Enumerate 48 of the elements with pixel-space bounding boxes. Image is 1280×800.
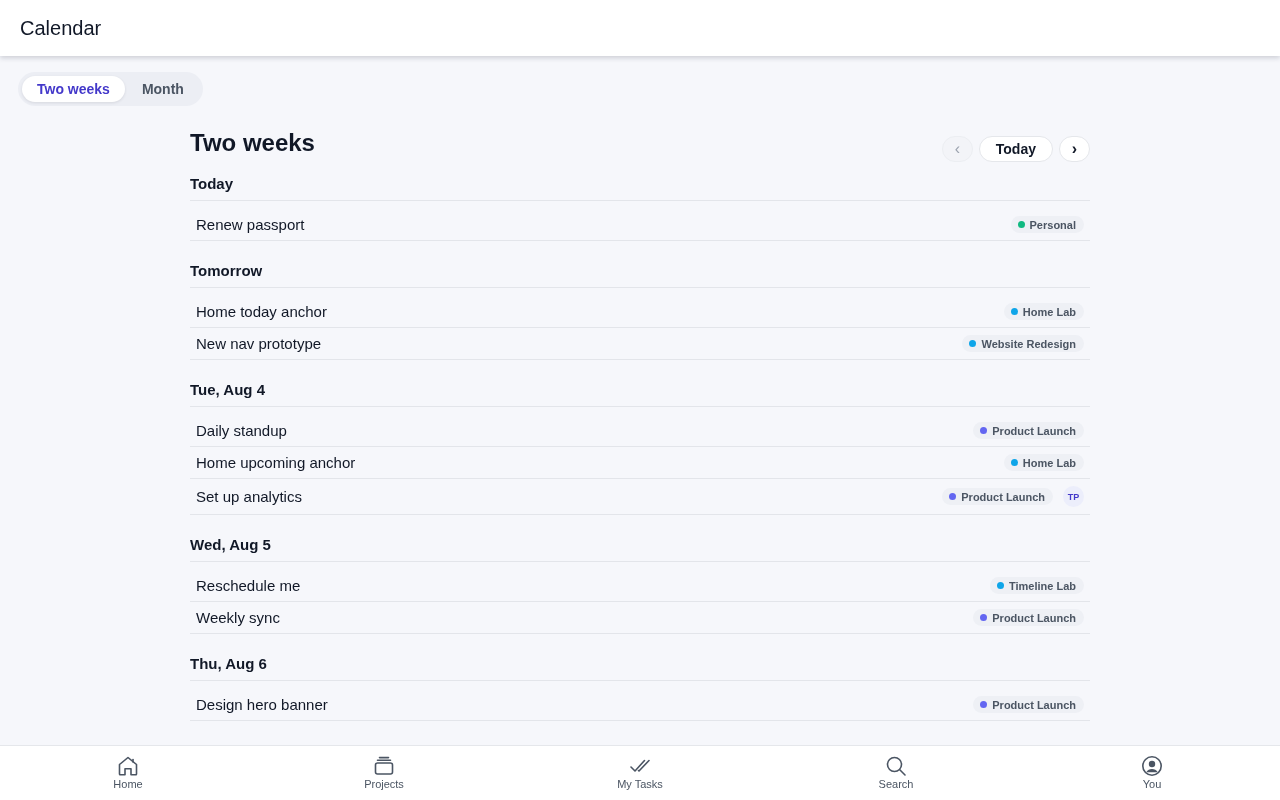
task-row[interactable]: Home today anchor Home Lab [190,288,1090,328]
task-row[interactable]: New nav prototype Website Redesign [190,328,1090,360]
task-title: Home today anchor [196,303,327,320]
nav-tab[interactable]: Search [870,753,922,793]
day-heading: Today [190,174,1090,201]
project-name: Personal [1029,218,1076,231]
task-title: Home upcoming anchor [196,454,356,471]
nav-tab[interactable]: Home [105,753,151,793]
task-row[interactable]: Design hero banner Product Launch [190,681,1090,721]
nav-tab[interactable]: You [1134,753,1170,793]
search-icon [886,755,906,776]
task-title: Daily standup [196,422,287,439]
project-name: Home Lab [1022,305,1076,318]
project-name: Product Launch [961,490,1045,503]
home-icon [118,755,138,776]
task-title: Design hero banner [196,696,328,713]
page-title: Calendar [20,16,102,41]
task-row[interactable]: Home upcoming anchor Home Lab [190,447,1090,479]
view-tab[interactable]: Month [126,76,199,102]
nav-tab[interactable]: Projects [356,753,412,793]
day-heading: Tue, Aug 4 [190,380,1090,407]
user-circle-icon [1142,755,1162,776]
project-name: Product Launch [992,424,1076,437]
task-title: Renew passport [196,216,305,233]
task-row[interactable]: Daily standup Product Launch [190,407,1090,447]
project-name: Product Launch [992,611,1076,624]
view-tab[interactable]: Two weeks [22,76,125,102]
day-heading: Tomorrow [190,261,1090,288]
task-row[interactable]: Reschedule me Timeline Lab [190,562,1090,602]
stacked-cards-icon [374,755,394,776]
nav-tab[interactable]: My Tasks [609,753,671,793]
day-heading: Thu, Aug 6 [190,654,1090,681]
assignee-avatar: TP [1063,486,1084,507]
today-button[interactable]: Today [978,136,1053,162]
task-row[interactable]: Weekly sync Product Launch [190,602,1090,634]
task-title: Set up analytics [196,488,302,505]
project-name: Timeline Lab [1008,579,1076,592]
project-name: Website Redesign [981,337,1076,350]
next-button[interactable]: › [1059,136,1090,162]
day-heading: Wed, Aug 5 [190,535,1090,562]
project-name: Home Lab [1022,456,1076,469]
task-row[interactable]: Set up analytics Product Launch TP [190,479,1090,515]
task-title: Weekly sync [196,609,280,626]
task-title: Reschedule me [196,577,301,594]
task-title: New nav prototype [196,335,322,352]
section-title: Two weeks [190,128,315,158]
project-name: Product Launch [992,698,1076,711]
task-row[interactable]: Renew passport Personal [190,201,1090,241]
